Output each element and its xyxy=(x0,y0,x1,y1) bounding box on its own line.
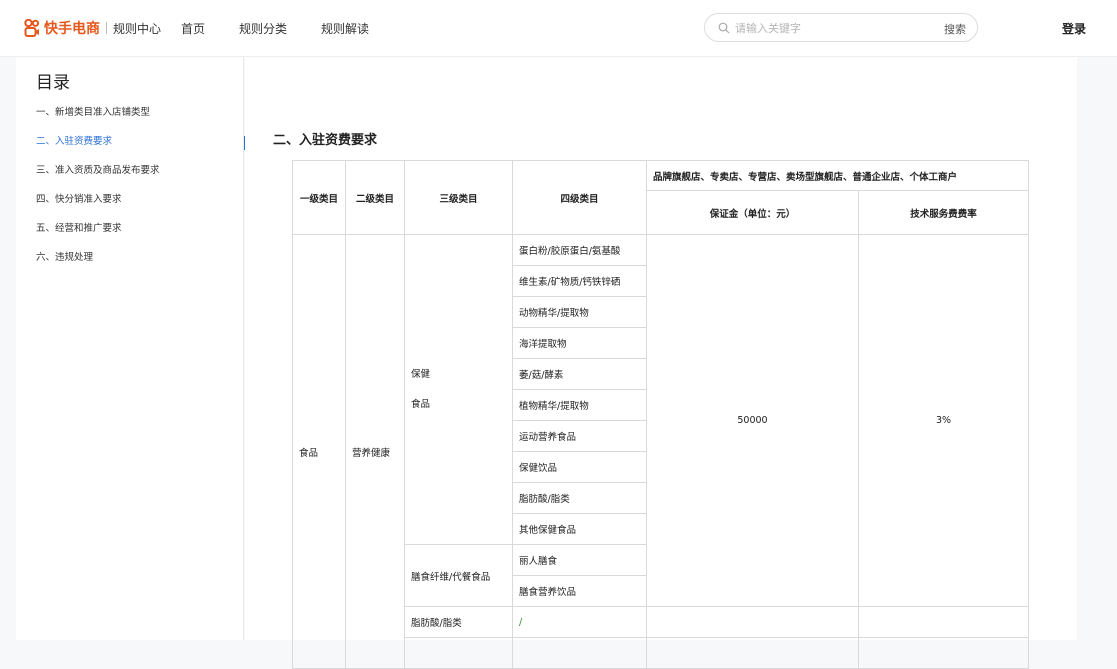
cell-deposit: 50000 xyxy=(646,234,859,607)
cell-lv4: 脂肪酸/脂类 xyxy=(512,482,647,514)
cell-lv4: / xyxy=(512,606,647,638)
toc-item-active[interactable]: 二、入驻资费要求 xyxy=(36,136,245,165)
cell-lv4: 丽人膳食 xyxy=(512,544,647,576)
cell-lv1: 食品 xyxy=(292,234,346,669)
section-title: 二、入驻资费要求 xyxy=(273,133,378,148)
search-input[interactable] xyxy=(735,19,925,37)
cell-fee-empty xyxy=(858,606,1029,638)
cell-empty xyxy=(404,637,513,669)
header-lv3: 三级类目 xyxy=(404,160,513,235)
cell-lv4: 动物精华/提取物 xyxy=(512,296,647,328)
cell-lv4: 植物精华/提取物 xyxy=(512,389,647,421)
toc-item[interactable]: 六、违规处理 xyxy=(36,252,244,281)
nav-rule-categories[interactable]: 规则分类 xyxy=(239,20,287,37)
toc-item[interactable]: 一、新增类目准入店铺类型 xyxy=(36,107,244,136)
cell-lv4: 膳食营养饮品 xyxy=(512,575,647,607)
cell-lv4: 运动营养食品 xyxy=(512,420,647,452)
toc-item[interactable]: 五、经营和推广要求 xyxy=(36,223,244,252)
lv3-line: 食品 xyxy=(411,398,431,410)
cell-fee: 3% xyxy=(858,234,1029,607)
cell-lv4: 保健饮品 xyxy=(512,451,647,483)
top-header: 快手电商 规则中心 首页 规则分类 规则解读 搜索 登录 xyxy=(0,0,1117,57)
cell-empty xyxy=(512,637,647,669)
header-fee: 技术服务费费率 xyxy=(858,190,1029,235)
lv3-line: 保健 xyxy=(411,368,431,380)
login-button[interactable]: 登录 xyxy=(1062,20,1086,37)
search-button[interactable]: 搜索 xyxy=(944,21,966,37)
toc-sidebar: 目录 一、新增类目准入店铺类型 二、入驻资费要求 三、准入资质及商品发布要求 四… xyxy=(16,57,245,640)
cell-lv4: 其他保健食品 xyxy=(512,513,647,545)
fee-table: 一级类目 二级类目 三级类目 四级类目 品牌旗舰店、专卖店、专营店、卖场型旗舰店… xyxy=(292,160,1029,669)
cell-lv3: 脂肪酸/脂类 xyxy=(404,606,513,638)
cell-deposit-empty xyxy=(646,606,859,638)
kuaishou-logo-icon xyxy=(24,19,40,37)
cell-lv4: 海洋提取物 xyxy=(512,327,647,359)
cell-lv4: 萎/菇/酵素 xyxy=(512,358,647,390)
table-row: 食品 营养健康 保健 食品 蛋白粉/胶原蛋白/氨基酸 50000 3% xyxy=(292,234,1029,669)
cell-empty xyxy=(858,637,1029,669)
logo[interactable]: 快手电商 规则中心 xyxy=(24,18,161,38)
brand-subtitle: 规则中心 xyxy=(113,21,162,36)
nav-home[interactable]: 首页 xyxy=(181,20,205,37)
main-content: 二、入驻资费要求 一级类目 二级类目 三级类目 四级类目 品牌旗舰店、专卖店、专… xyxy=(245,57,1077,669)
cell-lv3-health-food: 保健 食品 xyxy=(404,234,513,545)
cell-empty xyxy=(646,637,859,669)
header-shop-types: 品牌旗舰店、专卖店、专营店、卖场型旗舰店、普通企业店、个体工商户 xyxy=(646,160,1029,191)
toc-item[interactable]: 三、准入资质及商品发布要求 xyxy=(36,165,244,194)
nav-rule-interpretation[interactable]: 规则解读 xyxy=(321,20,369,37)
header-lv2: 二级类目 xyxy=(345,160,405,235)
logo-divider xyxy=(106,22,107,34)
cell-lv4: 维生素/矿物质/钙铁锌硒 xyxy=(512,265,647,297)
brand-name: 快手电商 xyxy=(44,21,100,37)
header-deposit: 保证金（单位：元） xyxy=(646,190,859,235)
search-icon xyxy=(718,22,730,34)
cell-lv4: 蛋白粉/胶原蛋白/氨基酸 xyxy=(512,234,647,266)
header-lv4: 四级类目 xyxy=(512,160,647,235)
header-lv1: 一级类目 xyxy=(292,160,346,235)
table-header-row: 一级类目 二级类目 三级类目 四级类目 品牌旗舰店、专卖店、专营店、卖场型旗舰店… xyxy=(292,160,1029,235)
cell-lv2: 营养健康 xyxy=(345,234,405,669)
toc-title: 目录 xyxy=(36,73,70,93)
toc-item[interactable]: 四、快分销准入要求 xyxy=(36,194,244,223)
toc-list: 一、新增类目准入店铺类型 二、入驻资费要求 三、准入资质及商品发布要求 四、快分… xyxy=(36,107,245,281)
search-box: 搜索 xyxy=(704,13,978,42)
top-nav: 首页 规则分类 规则解读 xyxy=(181,20,403,37)
cell-lv3: 膳食纤维/代餐食品 xyxy=(404,544,513,607)
